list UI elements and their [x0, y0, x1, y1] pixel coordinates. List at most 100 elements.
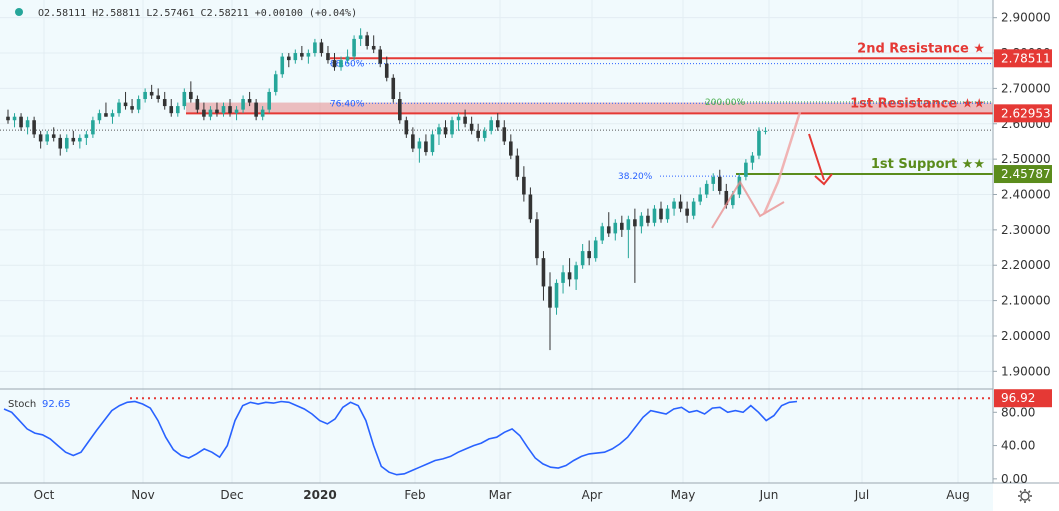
candle-body [123, 102, 128, 107]
candle-body [463, 116, 467, 124]
candle-body [202, 109, 206, 117]
candle-body [691, 201, 696, 216]
candle-body [646, 215, 650, 223]
candle-body [704, 183, 709, 195]
price-tick-label: 2.20000 [1001, 258, 1051, 272]
fib-label: 200.00% [705, 98, 745, 108]
time-tick-label: Nov [131, 488, 154, 502]
candle-body [221, 106, 226, 114]
candle [352, 35, 356, 61]
candle-body [45, 134, 49, 142]
candle-body [417, 141, 422, 149]
price-tick-label: 2.30000 [1001, 223, 1051, 237]
candle-body [593, 240, 598, 259]
candle [267, 88, 271, 114]
candle-body [195, 99, 200, 110]
candle-body [339, 60, 343, 68]
candle-body [502, 127, 507, 142]
candle-body [535, 219, 539, 259]
candle-body [241, 99, 245, 110]
candle-body [6, 116, 10, 121]
fib-label: 38.20% [618, 172, 653, 182]
candle-body [633, 219, 637, 227]
candle-body [371, 45, 376, 50]
candle-body [757, 130, 761, 156]
stoch-level-tag-label: 96.92 [1001, 391, 1035, 405]
candle-body [744, 162, 748, 177]
candle-body [175, 106, 180, 114]
candle-body [495, 120, 500, 128]
candle-body [156, 95, 160, 100]
candle-body [19, 116, 23, 128]
candle-body [482, 130, 487, 138]
candle-body [189, 91, 193, 100]
candle-body [456, 116, 461, 121]
candle-body [234, 109, 239, 114]
price-tick-label: 2.50000 [1001, 152, 1051, 166]
candle-body [78, 137, 82, 142]
candle-body [554, 282, 559, 308]
candle-body [717, 176, 722, 191]
candle-body [391, 77, 396, 100]
time-tick-label: Mar [489, 488, 512, 502]
price-tick-label: 2.70000 [1001, 81, 1051, 95]
price-tag-label: 2.45787 [1001, 167, 1051, 181]
candle-body [567, 272, 572, 280]
price-tick-label: 2.90000 [1001, 11, 1051, 25]
candle-body [208, 109, 213, 117]
time-tick-label: May [671, 488, 696, 502]
time-tick-label: Oct [34, 488, 55, 502]
level-name-label: 2nd Resistance ★ [857, 41, 985, 56]
candle-body [280, 56, 285, 75]
candle-body [580, 251, 585, 266]
candle-body [38, 134, 43, 142]
candle-body [652, 208, 657, 223]
candle-body [286, 56, 291, 61]
candle-body [319, 42, 324, 54]
candle-body [104, 113, 108, 117]
candle-body [260, 109, 265, 117]
price-tick-label: 2.10000 [1001, 294, 1051, 308]
candle-body [162, 99, 167, 107]
candle [430, 130, 435, 156]
candle-body [58, 137, 63, 149]
candle-body [378, 49, 383, 64]
candle-body [51, 134, 56, 138]
level-name-label: 1st Support ★★ [871, 157, 985, 172]
candle-body [247, 99, 252, 103]
candle-body [404, 120, 409, 135]
candle-body [659, 208, 663, 220]
candle-body [469, 123, 474, 131]
candle-body [548, 286, 552, 308]
candle-body [149, 91, 154, 96]
candle-body [12, 116, 17, 121]
candle-body [332, 60, 337, 68]
candle-body [561, 272, 565, 283]
price-tag-label: 2.62953 [1001, 106, 1051, 120]
candle-body [750, 155, 755, 163]
candle-body [437, 127, 441, 135]
candle-body [411, 134, 415, 149]
candle-body [450, 120, 454, 135]
candle-body [358, 35, 363, 39]
stoch-tick-label: 40.00 [1001, 439, 1035, 453]
candle-body [110, 113, 115, 117]
candle-body [613, 222, 618, 234]
candle-body [182, 91, 187, 107]
stoch-label: Stoch [8, 399, 36, 410]
price-tag-label: 2.78511 [1001, 51, 1051, 65]
ohlc-readout: O2.58111 H2.58811 L2.57461 C2.58211 +0.0… [38, 8, 357, 19]
candle-body [763, 130, 768, 132]
time-tick-label: 2020 [303, 488, 336, 502]
candle-body [443, 127, 448, 135]
candle-body [528, 194, 533, 220]
candle-body [626, 219, 631, 230]
candle-body [600, 226, 605, 241]
chart[interactable]: 2nd Resistance ★ 1st Resistance ★★ 1st Sup… [0, 0, 1059, 511]
fib-label: 76.40% [330, 99, 365, 109]
candle-body [293, 53, 298, 61]
candle-body [345, 56, 350, 61]
candle-body [130, 106, 134, 110]
candle-body [306, 53, 311, 57]
level-name-label: 1st Resistance ★★ [850, 96, 985, 111]
